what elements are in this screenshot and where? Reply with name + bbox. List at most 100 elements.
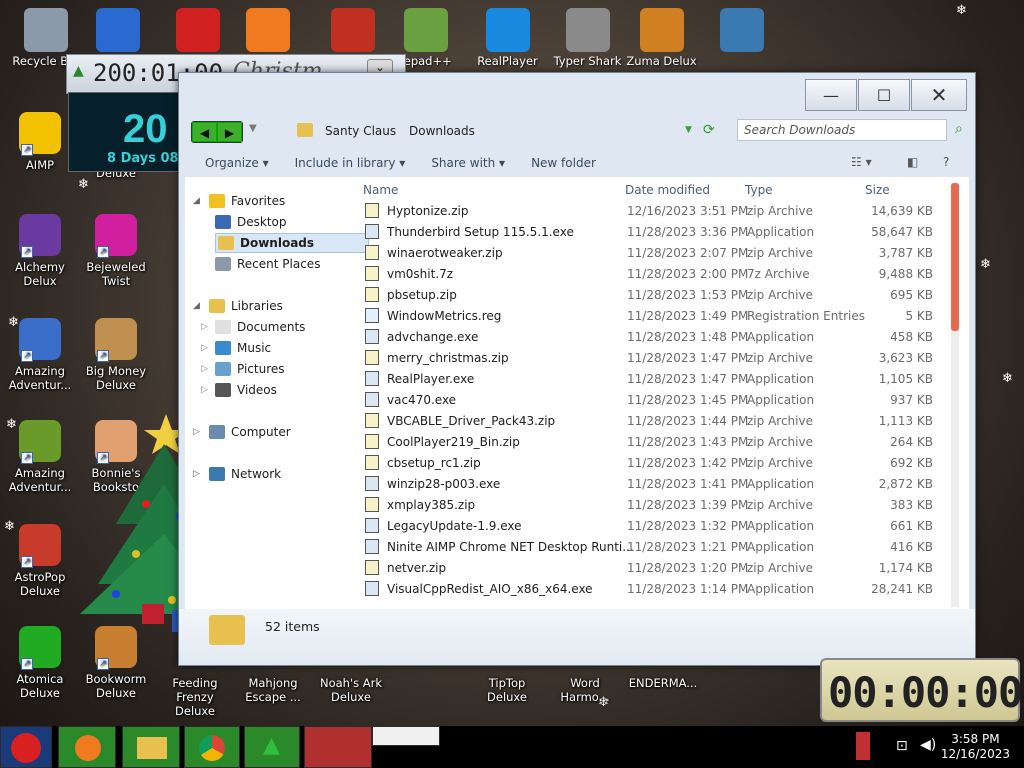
refresh-icon[interactable]: ⟳ <box>703 122 715 138</box>
view-options-icon[interactable]: ☷ ▾ <box>851 155 872 169</box>
app-icon <box>175 8 220 52</box>
taskbar-tree-app[interactable]: ▲ <box>244 726 300 768</box>
file-row[interactable]: CoolPlayer219_Bin.zip 11/28/2023 1:43 PM z… <box>359 432 959 453</box>
file-row[interactable]: cbsetup_rc1.zip 11/28/2023 1:42 PM zip Arc… <box>359 453 959 474</box>
desktop-icon[interactable]: Mahjong Escape ... <box>233 676 313 704</box>
search-input[interactable]: Search Downloads <box>737 119 947 141</box>
nav-item-favorites[interactable]: ◢ Favorites <box>193 191 285 211</box>
file-row[interactable]: winzip28-p003.exe 11/28/2023 1:41 PM Appli… <box>359 474 959 495</box>
nav-item-network[interactable]: ▷ Network <box>193 464 281 484</box>
nav-item-desktop[interactable]: Desktop <box>215 212 287 232</box>
maximize-button[interactable]: ☐ <box>858 79 910 111</box>
file-row[interactable]: LegacyUpdate-1.9.exe 11/28/2023 1:32 PM Ap… <box>359 516 959 537</box>
file-type: zip Archive <box>747 498 813 512</box>
history-dropdown-icon[interactable]: ▼ <box>249 123 257 134</box>
desktop-icon[interactable] <box>160 0 235 54</box>
column-name[interactable]: Name <box>363 183 398 197</box>
nav-item-recent-places[interactable]: Recent Places <box>215 254 320 274</box>
file-row[interactable]: winaerotweaker.zip 11/28/2023 2:07 PM zip … <box>359 243 959 264</box>
expand-icon[interactable]: ▷ <box>201 322 208 332</box>
column-type[interactable]: Type <box>745 183 773 197</box>
file-row[interactable]: VBCABLE_Driver_Pack43.zip 11/28/2023 1:44… <box>359 411 959 432</box>
desktop-icon[interactable]: Word Harmo... <box>545 676 625 704</box>
nav-item-computer[interactable]: ▷ Computer <box>193 422 291 442</box>
address-dropdown-icon[interactable]: ▼ <box>685 125 692 135</box>
file-row[interactable]: Ninite AIMP Chrome NET Desktop Runti... 1… <box>359 537 959 558</box>
new-folder-button[interactable]: New folder <box>531 156 596 170</box>
desktop-icon[interactable] <box>315 0 390 54</box>
include-in-library-button[interactable]: Include in library ▾ <box>295 156 406 170</box>
expand-icon[interactable]: ▷ <box>201 343 208 353</box>
expand-icon[interactable]: ▷ <box>201 364 208 374</box>
desktop-icon[interactable] <box>704 0 779 54</box>
file-row[interactable]: WindowMetrics.reg 11/28/2023 1:49 PM Regis… <box>359 306 959 327</box>
desktop-icon[interactable]: TipTop Deluxe <box>467 676 547 704</box>
system-clock[interactable]: 3:58 PM 12/16/2023 <box>941 732 1010 762</box>
desktop-icon[interactable]: ↗ AstroPop Deluxe <box>0 524 80 598</box>
column-date-modified[interactable]: Date modified <box>625 183 710 197</box>
desktop-icon[interactable]: ↗ Big Money Deluxe <box>76 318 156 392</box>
expand-icon[interactable]: ▷ <box>193 469 200 479</box>
desktop-icon[interactable]: ↗ Bejeweled Twist <box>76 214 156 288</box>
nav-item-videos[interactable]: ▷ Videos <box>201 380 277 400</box>
nav-item-downloads[interactable]: Downloads <box>215 233 369 253</box>
desktop-icon[interactable]: ↗ Atomica Deluxe <box>0 626 80 700</box>
expand-icon[interactable]: ◢ <box>193 196 200 206</box>
close-button[interactable]: ✕ <box>911 79 967 111</box>
back-icon[interactable]: ◀ <box>192 122 217 142</box>
desktop-icon[interactable]: ENDERMA... <box>623 676 703 690</box>
share-with-button[interactable]: Share with ▾ <box>431 156 505 170</box>
file-type: Application <box>747 477 815 491</box>
desktop-icon[interactable]: ↗ Amazing Adventur... <box>0 420 80 494</box>
file-row[interactable]: pbsetup.zip 11/28/2023 1:53 PM zip Archive… <box>359 285 959 306</box>
network-icon[interactable]: ⊡ <box>896 738 908 754</box>
nav-item-pictures[interactable]: ▷ Pictures <box>201 359 285 379</box>
nav-item-documents[interactable]: ▷ Documents <box>201 317 305 337</box>
desktop-icon[interactable] <box>80 0 155 54</box>
nav-item-libraries[interactable]: ◢ Libraries <box>193 296 283 316</box>
file-date: 11/28/2023 1:43 PM <box>627 435 749 449</box>
vertical-scrollbar[interactable] <box>951 183 959 607</box>
desktop-icon[interactable]: Feeding Frenzy Deluxe <box>155 676 235 718</box>
taskbar-explorer[interactable] <box>122 726 180 768</box>
nav-item-music[interactable]: ▷ Music <box>201 338 271 358</box>
file-row[interactable]: Thunderbird Setup 115.5.1.exe 11/28/2023 … <box>359 222 959 243</box>
organize-button[interactable]: Organize ▾ <box>205 156 269 170</box>
taskbar-firefox[interactable] <box>58 726 116 768</box>
file-row[interactable]: RealPlayer.exe 11/28/2023 1:47 PM Applicat… <box>359 369 959 390</box>
volume-icon[interactable]: ◀) <box>920 737 936 753</box>
column-size[interactable]: Size <box>865 183 890 197</box>
desktop-icon[interactable]: Noah's Ark Deluxe <box>311 676 391 704</box>
desktop-icon[interactable] <box>230 0 305 54</box>
file-row[interactable]: vm0shit.7z 11/28/2023 2:00 PM 7z Archive 9,… <box>359 264 959 285</box>
app-icon <box>95 8 140 52</box>
expand-icon[interactable]: ▷ <box>201 385 208 395</box>
start-button[interactable] <box>0 726 52 768</box>
taskbar-app-small[interactable] <box>372 726 440 746</box>
taskbar-chrome[interactable] <box>184 726 240 768</box>
breadcrumb-santy-claus[interactable]: Santy Claus <box>325 117 396 145</box>
desktop-icon[interactable]: RealPlayer <box>470 0 545 68</box>
desktop-icon[interactable]: Zuma Delux <box>624 0 699 68</box>
file-row[interactable]: Hyptonize.zip 12/16/2023 3:51 PM zip Archi… <box>359 201 959 222</box>
file-row[interactable]: VisualCppRedist_AIO_x86_x64.exe 11/28/202… <box>359 579 959 600</box>
desktop-icon[interactable]: Typer Shark <box>550 0 625 68</box>
search-icon[interactable]: ⌕ <box>955 121 963 137</box>
breadcrumb-downloads[interactable]: Downloads <box>409 117 475 145</box>
file-row[interactable]: xmplay385.zip 11/28/2023 1:39 PM zip Archi… <box>359 495 959 516</box>
preview-pane-icon[interactable]: ◧ <box>907 155 918 169</box>
help-icon[interactable]: ? <box>943 155 949 169</box>
desktop-icon[interactable]: ↗ Amazing Adventur... <box>0 318 80 392</box>
scrollbar-thumb[interactable] <box>951 183 959 331</box>
file-row[interactable]: advchange.exe 11/28/2023 1:48 PM Applicati… <box>359 327 959 348</box>
folder-icon <box>215 257 231 271</box>
desktop-icon[interactable]: ↗ Alchemy Delux <box>0 214 80 288</box>
expand-icon[interactable]: ▷ <box>193 427 200 437</box>
minimize-button[interactable]: — <box>805 79 857 111</box>
file-row[interactable]: merry_christmas.zip 11/28/2023 1:47 PM zip… <box>359 348 959 369</box>
file-row[interactable]: netver.zip 11/28/2023 1:20 PM zip Archive 1… <box>359 558 959 579</box>
forward-icon[interactable]: ▶ <box>217 122 242 142</box>
file-row[interactable]: vac470.exe 11/28/2023 1:45 PM Application 9… <box>359 390 959 411</box>
expand-icon[interactable]: ◢ <box>193 301 200 311</box>
taskbar-app[interactable] <box>304 726 372 768</box>
